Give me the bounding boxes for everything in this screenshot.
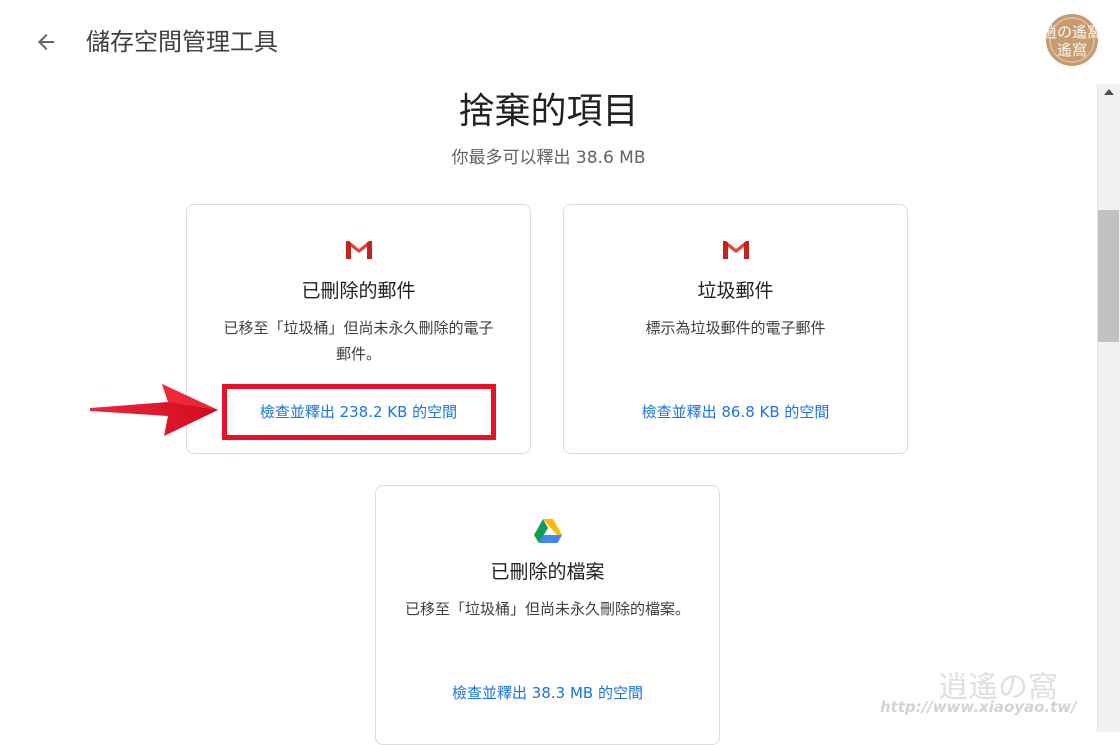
page-title: 儲存空間管理工具 [86,28,278,56]
avatar[interactable]: 逍の遙窩 遙窩 [1046,14,1098,66]
card-title: 垃圾郵件 [697,280,774,302]
review-free-up-link[interactable]: 檢查並釋出 86.8 KB 的空間 [564,401,907,423]
card-title: 已刪除的郵件 [301,280,416,302]
svg-text:逍の遙窩: 逍の遙窩 [1046,23,1098,41]
section-subtitle: 你最多可以釋出 38.6 MB [451,148,646,168]
section-title: 捨棄的項目 [458,91,639,132]
app-bar: 儲存空間管理工具 逍の遙窩 遙窩 [0,0,1098,84]
avatar-image: 逍の遙窩 遙窩 [1046,14,1098,66]
scroll-up-button[interactable] [1098,84,1120,100]
arrow-left-icon [38,34,54,50]
svg-text:遙窩: 遙窩 [1057,41,1087,59]
card-title: 已刪除的檔案 [490,561,605,583]
back-button[interactable] [26,22,66,62]
highlight-box [222,384,496,440]
card-description: 已移至「垃圾桶」但尚未永久刪除的檔案。 [404,600,690,618]
gmail-icon [187,237,530,263]
gmail-icon [564,237,907,263]
scroll-thumb[interactable] [1098,210,1119,342]
review-free-up-link[interactable]: 檢查並釋出 38.3 MB 的空間 [376,682,719,704]
watermark: 逍遙の窩 http://www.xiaoyao.tw/ [880,660,1090,726]
watermark-url: http://www.xiaoyao.tw/ [880,698,1077,716]
vertical-scrollbar[interactable] [1097,84,1120,732]
card-deleted-files: 已刪除的檔案 已移至「垃圾桶」但尚未永久刪除的檔案。 檢查並釋出 38.3 MB… [375,485,720,745]
card-description: 已移至「垃圾桶」但尚未永久刪除的電子郵件。 [223,319,494,363]
card-description: 標示為垃圾郵件的電子郵件 [645,319,826,337]
google-drive-icon [376,518,719,544]
caret-up-icon [1104,89,1114,95]
red-arrow-icon [90,384,218,436]
card-spam: 垃圾郵件 標示為垃圾郵件的電子郵件 檢查並釋出 86.8 KB 的空間 [563,204,908,454]
